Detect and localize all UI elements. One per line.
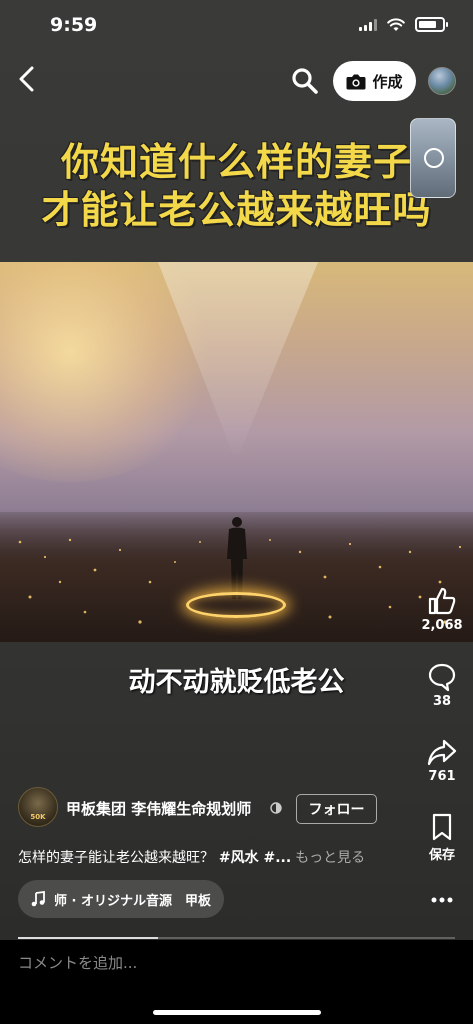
headline-line-2: 才能让老公越来越旺吗 bbox=[41, 188, 432, 232]
share-count: 761 bbox=[428, 769, 456, 784]
caption-hashtags[interactable]: #风水 #... bbox=[214, 850, 291, 866]
share-arrow-icon bbox=[427, 739, 457, 766]
video-screen[interactable]: 9:59 作成 你知道什么样的妻子 才能让老公越来越旺吗 动不动就贬低老公 2,… bbox=[0, 0, 473, 1024]
music-note-icon bbox=[31, 891, 45, 907]
music-pill[interactable]: 师 · オリジナル音源 甲板 bbox=[18, 880, 224, 918]
profile-avatar[interactable] bbox=[428, 67, 456, 95]
comment-bubble-icon bbox=[428, 663, 456, 692]
like-button[interactable]: 2,068 bbox=[412, 586, 472, 633]
cellular-signal-icon bbox=[359, 18, 377, 31]
comment-button[interactable]: 38 bbox=[412, 662, 472, 709]
battery-level bbox=[419, 21, 436, 28]
music-label: 师 · オリジナル音源 甲板 bbox=[54, 893, 211, 909]
more-dots-icon bbox=[431, 897, 453, 903]
author-avatar-badge: 50K bbox=[30, 813, 46, 821]
battery-icon bbox=[415, 17, 448, 32]
save-button[interactable]: 保存 bbox=[412, 812, 472, 863]
person-silhouette bbox=[227, 517, 247, 599]
like-count: 2,068 bbox=[421, 618, 463, 633]
chevron-left-icon bbox=[19, 66, 34, 92]
see-more-link[interactable]: もっと見る bbox=[295, 850, 365, 866]
thumbs-up-icon bbox=[428, 587, 456, 615]
more-options-button[interactable] bbox=[412, 890, 472, 910]
video-subtitle: 动不动就贬低老公 bbox=[128, 667, 345, 698]
glowing-ring bbox=[186, 592, 286, 618]
record-ring-icon bbox=[424, 148, 444, 168]
playback-progress-fill bbox=[18, 937, 158, 939]
light-beam bbox=[158, 262, 318, 462]
video-caption[interactable]: 怎样的妻子能让老公越来越旺？ #风水 #... もっと見る bbox=[18, 847, 365, 867]
caption-text: 怎样的妻子能让老公越来越旺？ bbox=[18, 850, 214, 866]
save-label: 保存 bbox=[428, 848, 455, 863]
comment-count: 38 bbox=[432, 694, 452, 709]
author-name[interactable]: 甲板集团 李伟耀生命规划师 bbox=[66, 798, 251, 819]
create-button-label: 作成 bbox=[372, 72, 403, 91]
status-icons bbox=[359, 17, 448, 32]
back-button[interactable] bbox=[10, 62, 44, 96]
home-indicator bbox=[153, 1010, 321, 1015]
creator-badge-icon bbox=[270, 802, 282, 814]
video-headline: 你知道什么样的妻子 才能让老公越来越旺吗 bbox=[0, 138, 473, 234]
wifi-icon bbox=[387, 18, 405, 31]
headline-line-1: 你知道什么样的妻子 bbox=[60, 140, 412, 184]
camera-icon bbox=[346, 74, 366, 89]
bookmark-icon bbox=[432, 813, 452, 841]
share-button[interactable]: 761 bbox=[412, 737, 472, 784]
author-avatar[interactable]: 50K bbox=[18, 787, 58, 827]
follow-button[interactable]: フォロー bbox=[296, 794, 377, 824]
create-button[interactable]: 作成 bbox=[333, 61, 416, 101]
floating-video-thumbnail[interactable] bbox=[410, 118, 456, 198]
playback-progress-bar[interactable] bbox=[18, 937, 455, 939]
status-time: 9:59 bbox=[50, 14, 98, 36]
comment-input[interactable]: コメントを追加... bbox=[18, 952, 137, 973]
search-icon[interactable] bbox=[290, 66, 320, 96]
status-bar: 9:59 bbox=[0, 0, 473, 52]
video-frame bbox=[0, 262, 473, 642]
